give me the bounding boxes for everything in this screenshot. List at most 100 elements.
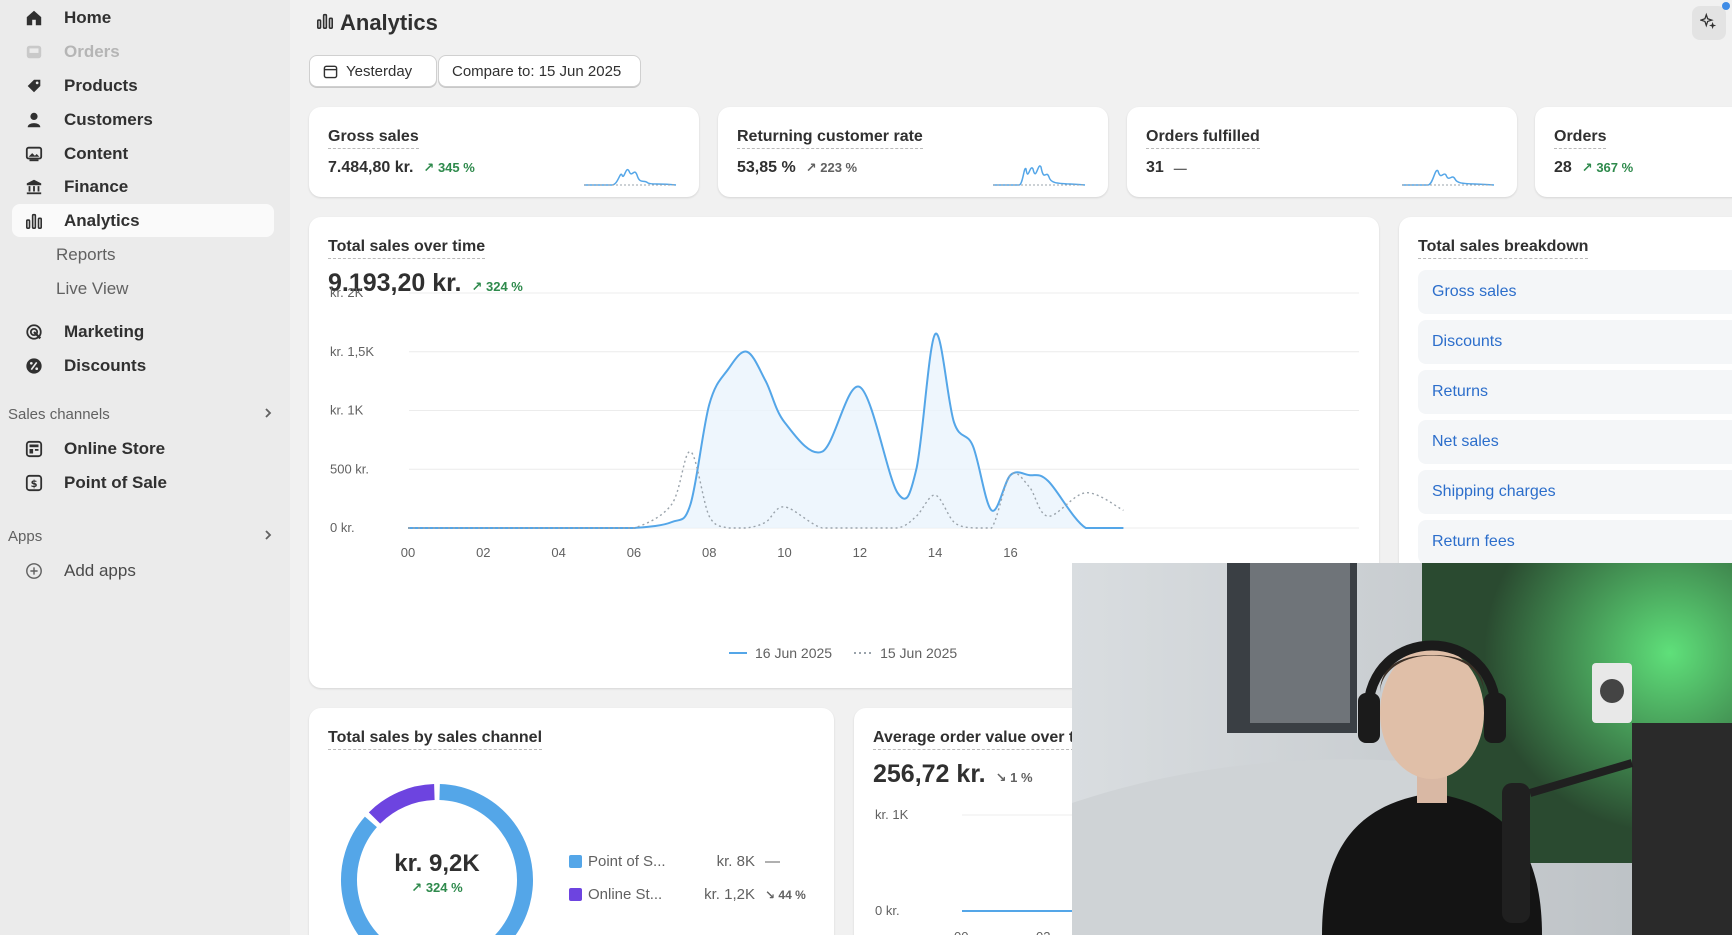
donut-center-delta: ↗ 324 % <box>411 880 463 895</box>
webcam-overlay <box>1072 563 1732 935</box>
assistant-button[interactable] <box>1692 6 1726 40</box>
x-tick-label: 12 <box>853 545 867 560</box>
channel-row-pos[interactable]: Point of S... kr. 8K — <box>569 853 780 870</box>
y-tick-label: 0 kr. <box>330 520 355 535</box>
nav-online-store[interactable]: Online Store <box>12 432 274 465</box>
channel-row-online[interactable]: Online St... kr. 1,2K ↘ 44 % <box>569 886 806 903</box>
nav-home-label: Home <box>64 7 112 27</box>
nav-customers-label: Customers <box>64 109 153 129</box>
nav-discounts-label: Discounts <box>64 355 147 375</box>
metric-value: 28 <box>1554 159 1572 176</box>
nav-point-of-sale-label: Point of Sale <box>64 472 167 492</box>
metric-card-gross-sales[interactable]: Gross sales 7.484,80 kr. ↗ 345 % <box>309 107 699 197</box>
calendar-icon <box>323 64 338 79</box>
nav-reports[interactable]: Reports <box>56 245 116 265</box>
x-tick-label: 00 <box>401 545 415 560</box>
legend-dotted-swatch <box>854 652 873 654</box>
notification-dot <box>1722 2 1730 10</box>
x-tick-label: 16 <box>1003 545 1017 560</box>
apps-label: Apps <box>8 528 43 545</box>
metric-value-row: 31 — <box>1146 159 1187 177</box>
nav-finance[interactable]: Finance <box>12 170 274 203</box>
nav-orders-label: Orders <box>64 41 120 61</box>
person-icon <box>24 110 44 130</box>
x-tick-label: 14 <box>928 545 942 560</box>
metric-title: Orders fulfilled <box>1146 128 1260 149</box>
legend-item-previous: 15 Jun 2025 <box>880 645 958 661</box>
donut-center-delta-value: 324 % <box>425 880 463 895</box>
page-title: Analytics <box>316 10 438 36</box>
aov-xtick: 02 <box>1036 929 1050 935</box>
channel-value: kr. 1,2K <box>704 886 755 903</box>
x-tick-label: 04 <box>551 545 565 560</box>
breakdown-row-return-fees[interactable]: Return fees <box>1418 520 1732 564</box>
nav-orders[interactable]: Orders <box>12 35 274 68</box>
metric-card-orders[interactable]: Orders 28 ↗ 367 % <box>1535 107 1732 197</box>
x-tick-label: 08 <box>702 545 716 560</box>
sales-channels-label: Sales channels <box>8 406 110 423</box>
nav-products[interactable]: Products <box>12 69 274 102</box>
inbox-icon <box>24 42 44 62</box>
nav-content[interactable]: Content <box>12 137 274 170</box>
nav-live-view[interactable]: Live View <box>56 279 128 299</box>
channel-delta: ↘ 44 % <box>765 887 806 902</box>
nav-marketing[interactable]: Marketing <box>12 315 274 348</box>
compare-button[interactable]: Compare to: 15 Jun 2025 <box>438 55 641 87</box>
metric-card-returning-rate[interactable]: Returning customer rate 53,85 % ↗ 223 % <box>718 107 1108 197</box>
metric-delta: ↗ 223 % <box>805 160 858 175</box>
sales-channels-header[interactable]: Sales channels <box>8 406 274 423</box>
page-title-text: Analytics <box>340 10 438 35</box>
target-icon <box>24 322 44 342</box>
y-tick-label: kr. 1,5K <box>330 344 374 359</box>
section-title: Total sales breakdown <box>1418 238 1589 259</box>
nav-marketing-label: Marketing <box>64 321 145 341</box>
breakdown-row-gross-sales[interactable]: Gross sales <box>1418 270 1732 314</box>
pos-icon: $ <box>24 473 44 493</box>
metric-delta-value: 345 % <box>437 160 475 175</box>
bar-chart-icon <box>24 211 44 231</box>
x-tick-label: 02 <box>476 545 490 560</box>
legend-solid-swatch <box>729 652 747 654</box>
nav-point-of-sale[interactable]: $ Point of Sale <box>12 466 274 499</box>
nav-finance-label: Finance <box>64 176 129 196</box>
bar-chart-icon <box>316 10 334 36</box>
channel-delta-value: 44 % <box>778 887 806 902</box>
apps-header[interactable]: Apps <box>8 528 274 545</box>
series-area <box>408 333 1124 528</box>
x-tick-label: 06 <box>627 545 641 560</box>
metric-value-row: 28 ↗ 367 % <box>1554 159 1633 177</box>
breakdown-row-net-sales[interactable]: Net sales <box>1418 420 1732 464</box>
section-title: Total sales by sales channel <box>328 729 543 750</box>
metric-card-orders-fulfilled[interactable]: Orders fulfilled 31 — <box>1127 107 1517 197</box>
discount-icon <box>24 356 44 376</box>
nav-analytics[interactable]: Analytics <box>12 204 274 237</box>
tag-icon <box>24 76 44 96</box>
bank-icon <box>24 177 44 197</box>
nav-home[interactable]: Home <box>12 1 274 34</box>
breakdown-row-discounts[interactable]: Discounts <box>1418 320 1732 364</box>
metric-value-row: 53,85 % ↗ 223 % <box>737 159 857 177</box>
metric-title: Orders <box>1554 128 1607 149</box>
legend-swatch <box>569 888 582 901</box>
y-tick-label: kr. 2K <box>330 285 364 300</box>
y-tick-label: kr. 1K <box>330 403 364 418</box>
channel-label: Online St... <box>588 886 663 903</box>
nav-add-apps[interactable]: Add apps <box>12 554 274 587</box>
nav-customers[interactable]: Customers <box>12 103 274 136</box>
donut-slice-1[interactable] <box>368 784 435 824</box>
sparkle-icon <box>1698 12 1718 35</box>
breakdown-row-returns[interactable]: Returns <box>1418 370 1732 414</box>
image-icon <box>24 144 44 164</box>
nav-add-apps-label: Add apps <box>64 560 136 580</box>
sparkline <box>1402 169 1495 186</box>
metric-value-row: 7.484,80 kr. ↗ 345 % <box>328 159 475 177</box>
nav-discounts[interactable]: Discounts <box>12 349 274 382</box>
sales-breakdown-card: Total sales breakdown Gross sales Discou… <box>1399 217 1732 597</box>
metric-delta: ↗ 367 % <box>1581 160 1634 175</box>
metric-delta: ↗ 345 % <box>423 160 475 175</box>
chevron-right-icon <box>262 528 274 545</box>
sparkline <box>993 165 1086 186</box>
breakdown-row-shipping[interactable]: Shipping charges <box>1418 470 1732 514</box>
chart-legend: 16 Jun 2025 15 Jun 2025 <box>729 645 957 661</box>
date-range-button[interactable]: Yesterday <box>309 55 437 87</box>
